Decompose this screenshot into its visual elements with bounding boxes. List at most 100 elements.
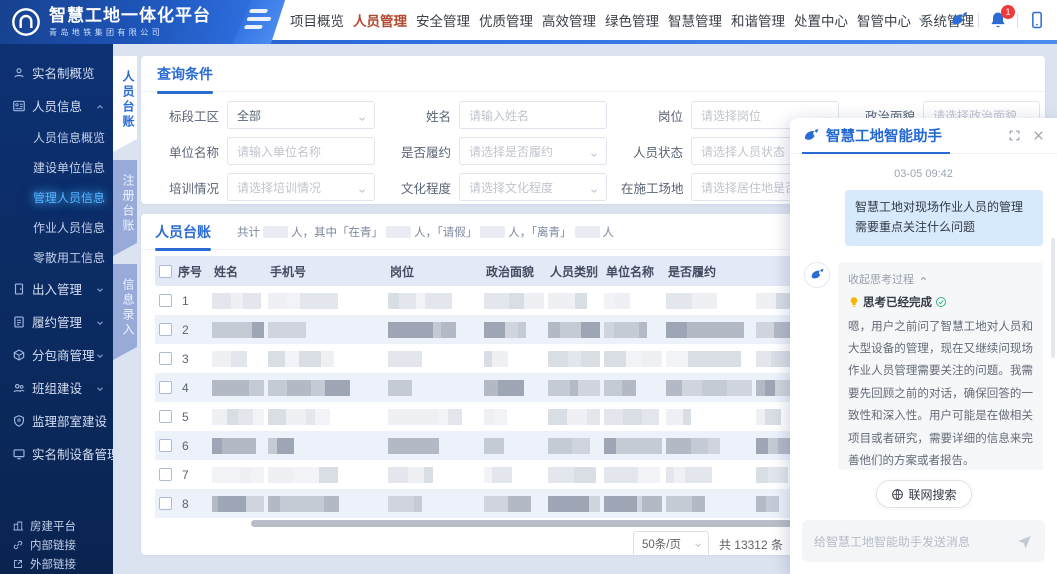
expand-icon[interactable] [1008,129,1021,142]
sidebar-item-2[interactable]: 出入管理 [0,272,113,305]
sidebar-item-0[interactable]: 实名制概览 [0,56,113,89]
chevron-down-icon[interactable] [916,13,930,27]
redacted-block [484,293,509,309]
row-checkbox[interactable] [159,352,172,365]
close-icon[interactable] [1032,129,1045,142]
scrollbar-thumb[interactable] [251,520,812,527]
redacted-cell [662,409,752,425]
sidebar-subitem-1-0[interactable]: 人员信息概览 [0,122,113,152]
redacted-block [642,409,659,425]
vertical-tab-2[interactable]: 信息录入 [113,264,137,360]
shield-icon [12,414,26,428]
sidebar-subitem-1-2[interactable]: 管理人员信息 [0,182,113,212]
query-field-培训情况: 培训情况请选择培训情况 [157,173,389,201]
field-input[interactable]: 请输入姓名 [459,101,607,129]
redacted-count [263,226,288,238]
redacted-block [301,496,324,512]
redacted-block [308,467,319,483]
nav-item-6[interactable]: 智慧管理 [668,10,722,30]
nav-item-7[interactable]: 和谐管理 [731,10,785,30]
logo-icon [10,6,42,38]
assistant-input[interactable]: 给智慧工地智能助手发送消息 [802,520,1045,562]
sidebar-item-1[interactable]: 人员信息 [0,89,113,122]
redacted-block [756,322,774,338]
nav-item-1[interactable]: 人员管理 [353,10,407,30]
redacted-cell [264,409,384,425]
sidebar-subitem-1-1[interactable]: 建设单位信息 [0,152,113,182]
assistant-whale-icon[interactable] [949,10,969,30]
field-select[interactable]: 请选择文化程度 [459,173,607,201]
sidebar-item-4[interactable]: 分包商管理 [0,338,113,371]
field-select[interactable]: 请选择培训情况 [227,173,375,201]
redacted-cell [480,322,544,338]
redacted-block [756,496,766,512]
redacted-block [574,467,596,483]
sidebar-footer-label: 房建平台 [30,518,76,534]
vertical-tab-1[interactable]: 注册台账 [113,160,137,256]
row-checkbox[interactable] [159,439,172,452]
row-checkbox[interactable] [159,381,172,394]
bell-icon[interactable]: 1 [988,10,1008,30]
row-checkbox[interactable] [159,468,172,481]
sidebar-footer-item-2[interactable]: 外部链接 [0,554,113,573]
redacted-block [666,409,683,425]
sidebar-footer-item-1[interactable]: 内部链接 [0,535,113,554]
redacted-cell [544,496,600,512]
sidebar-item-6[interactable]: 监理部室建设 [0,404,113,437]
redacted-block [484,467,492,483]
row-checkbox[interactable] [159,497,172,510]
vertical-tab-0[interactable]: 人员台账 [113,56,137,152]
redacted-cell [384,322,480,338]
row-checkbox[interactable] [159,323,172,336]
redacted-block [315,409,330,425]
redacted-block [281,322,306,338]
page-size-select[interactable]: 50条/页 [633,531,709,555]
sidebar-subitem-1-4[interactable]: 零散用工信息 [0,242,113,272]
sidebar-item-3[interactable]: 履约管理 [0,305,113,338]
nav-item-8[interactable]: 处置中心 [794,10,848,30]
header-actions: 1 [916,0,1047,40]
redacted-block [548,351,568,367]
nav-item-2[interactable]: 安全管理 [416,10,470,30]
nav-item-0[interactable]: 项目概览 [290,10,344,30]
redacted-block [756,351,771,367]
app-root: 智慧工地一体化平台 青岛地铁集团有限公司 项目概览人员管理安全管理优质管理高效管… [0,0,1057,574]
redacted-block [484,409,493,425]
field-select[interactable]: 全部 [227,101,375,129]
nav-item-9[interactable]: 智管中心 [857,10,911,30]
sidebar-subitem-1-3[interactable]: 作业人员信息 [0,212,113,242]
field-select[interactable]: 请选择是否履约 [459,137,607,165]
nav-item-5[interactable]: 绿色管理 [605,10,659,30]
sidebar-footer-item-0[interactable]: 房建平台 [0,516,113,535]
redacted-cell [264,438,384,454]
row-index: 2 [172,323,208,337]
sidebar-item-7[interactable]: 实名制设备管理 [0,437,113,470]
tab-personnel-ledger[interactable]: 人员台账 [155,222,211,242]
row-checkbox[interactable] [159,410,172,423]
redacted-block [756,380,765,396]
app-title: 智慧工地一体化平台 [49,6,211,26]
web-search-button[interactable]: 联网搜索 [875,480,971,508]
thinking-collapse-toggle[interactable]: 收起思考过程 [848,271,1033,287]
field-input[interactable]: 请输入单位名称 [227,137,375,165]
redacted-block [324,496,339,512]
redacted-cell [264,322,384,338]
building-icon [12,520,24,532]
sidebar-item-5[interactable]: 班组建设 [0,371,113,404]
row-checkbox[interactable] [159,294,172,307]
redacted-block [621,496,636,512]
nav-item-3[interactable]: 优质管理 [479,10,533,30]
mobile-icon[interactable] [1027,10,1047,30]
redacted-block [231,351,247,367]
redacted-cell [384,293,480,309]
redacted-block [321,293,338,309]
redacted-block [691,438,708,454]
send-icon[interactable] [1016,533,1033,550]
redacted-cell [600,322,662,338]
nav-item-4[interactable]: 高效管理 [542,10,596,30]
select-all-checkbox[interactable] [159,265,172,278]
redacted-block [319,467,338,483]
redacted-block [604,293,615,309]
redacted-block [229,496,247,512]
assistant-scrollbar[interactable] [1051,238,1055,358]
